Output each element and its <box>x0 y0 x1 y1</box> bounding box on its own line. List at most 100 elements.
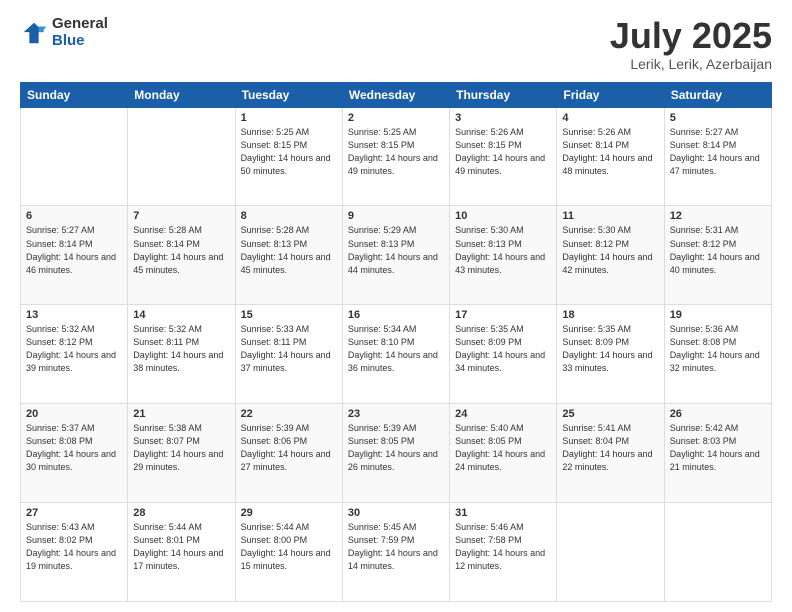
logo-general-text: General <box>52 16 108 33</box>
day-cell: 2 Sunrise: 5:25 AM Sunset: 8:15 PM Daylig… <box>342 107 449 206</box>
day-number: 6 <box>26 210 122 222</box>
day-cell <box>557 503 664 602</box>
day-number: 28 <box>133 507 229 519</box>
day-number: 20 <box>26 408 122 420</box>
day-cell: 24 Sunrise: 5:40 AM Sunset: 8:05 PM Dayli… <box>450 404 557 503</box>
day-number: 29 <box>241 507 337 519</box>
day-info: Sunrise: 5:32 AM Sunset: 8:11 PM Dayligh… <box>133 323 229 375</box>
logo: General Blue <box>20 16 108 49</box>
day-info: Sunrise: 5:26 AM Sunset: 8:14 PM Dayligh… <box>562 126 658 178</box>
day-info: Sunrise: 5:33 AM Sunset: 8:11 PM Dayligh… <box>241 323 337 375</box>
week-row: 13 Sunrise: 5:32 AM Sunset: 8:12 PM Dayli… <box>21 305 772 404</box>
day-number: 30 <box>348 507 444 519</box>
day-cell: 8Sunrise: 5:28 AM Sunset: 8:13 PM Daylig… <box>235 206 342 305</box>
day-info: Sunrise: 5:40 AM Sunset: 8:05 PM Dayligh… <box>455 422 551 474</box>
day-number: 23 <box>348 408 444 420</box>
day-number: 5 <box>670 112 766 124</box>
day-number: 26 <box>670 408 766 420</box>
week-row: 1 Sunrise: 5:25 AM Sunset: 8:15 PM Daylig… <box>21 107 772 206</box>
day-number: 17 <box>455 309 551 321</box>
day-cell: 28 Sunrise: 5:44 AM Sunset: 8:01 PM Dayli… <box>128 503 235 602</box>
day-cell: 16Sunrise: 5:34 AM Sunset: 8:10 PM Dayli… <box>342 305 449 404</box>
day-cell: 9 Sunrise: 5:29 AM Sunset: 8:13 PM Daylig… <box>342 206 449 305</box>
day-info: Sunrise: 5:43 AM Sunset: 8:02 PM Dayligh… <box>26 521 122 573</box>
day-number: 7 <box>133 210 229 222</box>
weekday-header: Tuesday <box>235 82 342 107</box>
day-cell: 6 Sunrise: 5:27 AM Sunset: 8:14 PM Daylig… <box>21 206 128 305</box>
day-number: 18 <box>562 309 658 321</box>
day-cell: 10Sunrise: 5:30 AM Sunset: 8:13 PM Dayli… <box>450 206 557 305</box>
day-cell: 23 Sunrise: 5:39 AM Sunset: 8:05 PM Dayli… <box>342 404 449 503</box>
day-cell: 31Sunrise: 5:46 AM Sunset: 7:58 PM Dayli… <box>450 503 557 602</box>
day-number: 16 <box>348 309 444 321</box>
calendar: SundayMondayTuesdayWednesdayThursdayFrid… <box>20 82 772 602</box>
page: General Blue July 2025 Lerik, Lerik, Aze… <box>0 0 792 612</box>
day-number: 9 <box>348 210 444 222</box>
day-cell: 15Sunrise: 5:33 AM Sunset: 8:11 PM Dayli… <box>235 305 342 404</box>
day-cell: 26 Sunrise: 5:42 AM Sunset: 8:03 PM Dayli… <box>664 404 771 503</box>
day-cell: 3Sunrise: 5:26 AM Sunset: 8:15 PM Daylig… <box>450 107 557 206</box>
day-cell: 29Sunrise: 5:44 AM Sunset: 8:00 PM Dayli… <box>235 503 342 602</box>
day-info: Sunrise: 5:35 AM Sunset: 8:09 PM Dayligh… <box>455 323 551 375</box>
day-number: 11 <box>562 210 658 222</box>
main-title: July 2025 <box>610 16 772 56</box>
day-number: 27 <box>26 507 122 519</box>
day-cell <box>21 107 128 206</box>
header: General Blue July 2025 Lerik, Lerik, Aze… <box>20 16 772 72</box>
day-cell: 14 Sunrise: 5:32 AM Sunset: 8:11 PM Dayli… <box>128 305 235 404</box>
day-info: Sunrise: 5:45 AM Sunset: 7:59 PM Dayligh… <box>348 521 444 573</box>
day-cell <box>664 503 771 602</box>
weekday-header: Thursday <box>450 82 557 107</box>
weekday-header: Sunday <box>21 82 128 107</box>
day-cell: 19Sunrise: 5:36 AM Sunset: 8:08 PM Dayli… <box>664 305 771 404</box>
title-block: July 2025 Lerik, Lerik, Azerbaijan <box>610 16 772 72</box>
week-row: 27 Sunrise: 5:43 AM Sunset: 8:02 PM Dayli… <box>21 503 772 602</box>
day-cell: 5Sunrise: 5:27 AM Sunset: 8:14 PM Daylig… <box>664 107 771 206</box>
day-info: Sunrise: 5:25 AM Sunset: 8:15 PM Dayligh… <box>241 126 337 178</box>
week-row: 20 Sunrise: 5:37 AM Sunset: 8:08 PM Dayli… <box>21 404 772 503</box>
day-info: Sunrise: 5:27 AM Sunset: 8:14 PM Dayligh… <box>26 224 122 276</box>
day-info: Sunrise: 5:39 AM Sunset: 8:05 PM Dayligh… <box>348 422 444 474</box>
day-info: Sunrise: 5:37 AM Sunset: 8:08 PM Dayligh… <box>26 422 122 474</box>
day-cell: 17 Sunrise: 5:35 AM Sunset: 8:09 PM Dayli… <box>450 305 557 404</box>
day-cell: 25 Sunrise: 5:41 AM Sunset: 8:04 PM Dayli… <box>557 404 664 503</box>
day-cell: 1 Sunrise: 5:25 AM Sunset: 8:15 PM Daylig… <box>235 107 342 206</box>
day-cell: 30 Sunrise: 5:45 AM Sunset: 7:59 PM Dayli… <box>342 503 449 602</box>
day-info: Sunrise: 5:44 AM Sunset: 8:01 PM Dayligh… <box>133 521 229 573</box>
day-number: 21 <box>133 408 229 420</box>
weekday-header: Wednesday <box>342 82 449 107</box>
weekday-header: Saturday <box>664 82 771 107</box>
day-number: 2 <box>348 112 444 124</box>
day-info: Sunrise: 5:29 AM Sunset: 8:13 PM Dayligh… <box>348 224 444 276</box>
day-info: Sunrise: 5:31 AM Sunset: 8:12 PM Dayligh… <box>670 224 766 276</box>
day-number: 22 <box>241 408 337 420</box>
week-row: 6 Sunrise: 5:27 AM Sunset: 8:14 PM Daylig… <box>21 206 772 305</box>
logo-blue-text: Blue <box>52 33 108 50</box>
day-cell: 22 Sunrise: 5:39 AM Sunset: 8:06 PM Dayli… <box>235 404 342 503</box>
day-number: 14 <box>133 309 229 321</box>
day-info: Sunrise: 5:25 AM Sunset: 8:15 PM Dayligh… <box>348 126 444 178</box>
day-cell: 7Sunrise: 5:28 AM Sunset: 8:14 PM Daylig… <box>128 206 235 305</box>
logo-text: General Blue <box>52 16 108 49</box>
day-cell: 4 Sunrise: 5:26 AM Sunset: 8:14 PM Daylig… <box>557 107 664 206</box>
day-info: Sunrise: 5:39 AM Sunset: 8:06 PM Dayligh… <box>241 422 337 474</box>
day-info: Sunrise: 5:38 AM Sunset: 8:07 PM Dayligh… <box>133 422 229 474</box>
day-number: 1 <box>241 112 337 124</box>
day-cell: 18Sunrise: 5:35 AM Sunset: 8:09 PM Dayli… <box>557 305 664 404</box>
day-number: 25 <box>562 408 658 420</box>
day-number: 4 <box>562 112 658 124</box>
day-cell: 21 Sunrise: 5:38 AM Sunset: 8:07 PM Dayli… <box>128 404 235 503</box>
day-number: 24 <box>455 408 551 420</box>
weekday-header: Monday <box>128 82 235 107</box>
day-info: Sunrise: 5:46 AM Sunset: 7:58 PM Dayligh… <box>455 521 551 573</box>
subtitle: Lerik, Lerik, Azerbaijan <box>610 56 772 72</box>
day-number: 13 <box>26 309 122 321</box>
weekday-header: Friday <box>557 82 664 107</box>
day-info: Sunrise: 5:42 AM Sunset: 8:03 PM Dayligh… <box>670 422 766 474</box>
day-info: Sunrise: 5:41 AM Sunset: 8:04 PM Dayligh… <box>562 422 658 474</box>
day-info: Sunrise: 5:32 AM Sunset: 8:12 PM Dayligh… <box>26 323 122 375</box>
header-row: SundayMondayTuesdayWednesdayThursdayFrid… <box>21 82 772 107</box>
day-info: Sunrise: 5:28 AM Sunset: 8:13 PM Dayligh… <box>241 224 337 276</box>
logo-icon <box>20 19 48 47</box>
day-cell: 20 Sunrise: 5:37 AM Sunset: 8:08 PM Dayli… <box>21 404 128 503</box>
